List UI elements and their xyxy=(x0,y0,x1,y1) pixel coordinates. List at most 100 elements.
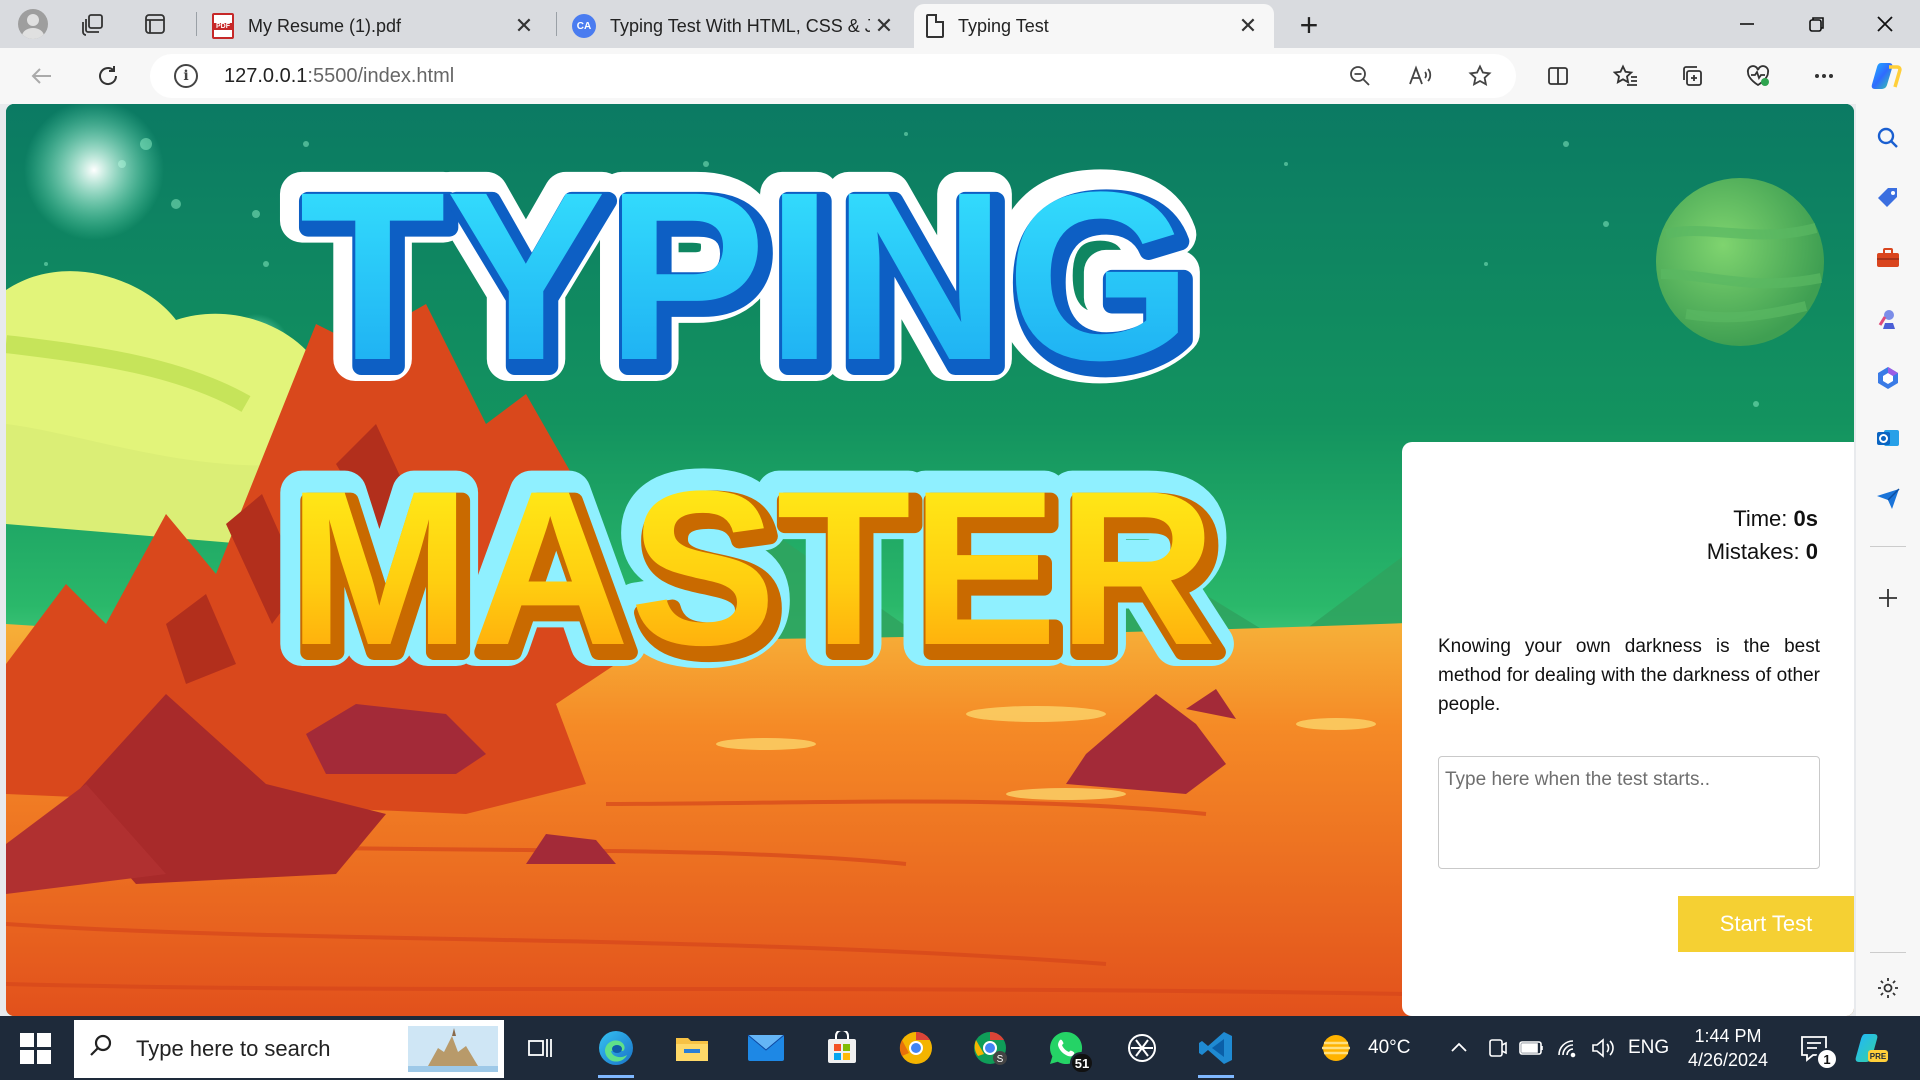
tab-separator xyxy=(196,12,197,36)
time-stat: Time: 0s xyxy=(1707,502,1818,535)
start-test-button[interactable]: Start Test xyxy=(1678,896,1854,952)
time-label: Time: xyxy=(1733,506,1788,531)
time-value: 0s xyxy=(1793,506,1818,531)
sidebar-separator xyxy=(1870,546,1906,547)
mail-icon[interactable] xyxy=(742,1024,790,1072)
sidebar-add-icon[interactable] xyxy=(1872,582,1904,614)
tab-typing-test-article[interactable]: CA Typing Test With HTML, CSS & Ja ✕ xyxy=(560,4,910,48)
show-hidden-icons-chevron-icon[interactable] xyxy=(1448,1016,1470,1080)
clock-date: 4/26/2024 xyxy=(1687,1050,1769,1070)
collections-icon[interactable] xyxy=(1674,58,1710,94)
chatgpt-icon[interactable] xyxy=(1118,1024,1166,1072)
notification-badge: 1 xyxy=(1816,1048,1838,1070)
close-window-button[interactable] xyxy=(1850,0,1920,48)
minimize-button[interactable] xyxy=(1712,0,1782,48)
restore-button[interactable] xyxy=(1782,0,1852,48)
svg-text:TYPING: TYPING xyxy=(299,142,1192,410)
url-host: 127.0.0.1 xyxy=(224,65,308,87)
whatsapp-icon[interactable]: 51 xyxy=(1042,1024,1094,1074)
sidebar-shopping-tag-icon[interactable] xyxy=(1872,182,1904,214)
site-info-icon[interactable]: i xyxy=(174,64,198,88)
copilot-icon[interactable] xyxy=(1868,58,1904,94)
read-aloud-icon[interactable] xyxy=(1404,60,1436,92)
meet-now-icon[interactable] xyxy=(1486,1016,1508,1080)
new-tab-button[interactable]: + xyxy=(1290,6,1328,44)
refresh-icon[interactable] xyxy=(90,58,126,94)
favorites-icon[interactable] xyxy=(1608,58,1644,94)
stats-block: Time: 0s Mistakes: 0 xyxy=(1707,502,1818,568)
codeacademy-icon: CA xyxy=(572,14,596,38)
weather-widget[interactable]: 40°C xyxy=(1318,1016,1410,1080)
profile-avatar[interactable] xyxy=(10,0,56,48)
battery-icon[interactable] xyxy=(1518,1016,1546,1080)
sidebar-settings-icon[interactable] xyxy=(1872,972,1904,1004)
tab-actions-icon[interactable] xyxy=(132,0,178,48)
search-highlight-image xyxy=(408,1026,498,1072)
split-screen-icon[interactable] xyxy=(1540,58,1576,94)
close-tab-icon[interactable]: ✕ xyxy=(870,12,898,40)
sidebar-outlook-icon[interactable] xyxy=(1872,422,1904,454)
edge-taskbar-icon[interactable] xyxy=(592,1024,640,1078)
chrome-profile-icon[interactable]: S xyxy=(966,1024,1014,1072)
sidebar-microsoft365-icon[interactable] xyxy=(1872,362,1904,394)
pdf-icon xyxy=(212,13,234,39)
tab-separator xyxy=(556,12,557,36)
search-icon xyxy=(88,1033,118,1066)
zoom-out-icon[interactable] xyxy=(1344,60,1376,92)
title-typing: TYPING TYPING TYPING xyxy=(277,120,1214,432)
url-path: :5500/index.html xyxy=(307,65,455,87)
mistakes-stat: Mistakes: 0 xyxy=(1707,535,1818,568)
url-text[interactable]: 127.0.0.1:5500/index.html xyxy=(224,65,454,88)
title-master: MASTER MASTER MASTER xyxy=(266,423,1239,713)
wifi-icon[interactable] xyxy=(1556,1016,1582,1080)
volume-icon[interactable] xyxy=(1590,1016,1616,1080)
tab-title: My Resume (1).pdf xyxy=(248,15,402,36)
sidebar-separator xyxy=(1870,952,1906,953)
svg-text:S: S xyxy=(997,1054,1004,1065)
weather-temp: 40°C xyxy=(1368,1037,1411,1058)
browser-essentials-icon[interactable] xyxy=(1740,58,1776,94)
address-bar[interactable]: i 127.0.0.1:5500/index.html xyxy=(150,54,1516,98)
chrome-canary-icon[interactable] xyxy=(892,1024,940,1072)
sidebar-tools-icon[interactable] xyxy=(1872,242,1904,274)
more-options-icon[interactable] xyxy=(1806,58,1842,94)
whatsapp-badge: 51 xyxy=(1070,1052,1094,1074)
sidebar-search-icon[interactable] xyxy=(1872,122,1904,154)
tab-title: Typing Test xyxy=(958,15,1049,36)
favorite-star-icon[interactable] xyxy=(1464,60,1496,92)
vscode-icon[interactable] xyxy=(1192,1024,1240,1078)
windows-taskbar: Type here to search S 51 40°C ENG 1:44 P… xyxy=(0,1016,1920,1080)
browser-toolbar: i 127.0.0.1:5500/index.html xyxy=(0,48,1920,104)
language-indicator[interactable]: ENG xyxy=(1628,1016,1669,1080)
task-view-icon[interactable] xyxy=(516,1024,564,1072)
copilot-taskbar-icon[interactable]: PRE xyxy=(1846,1024,1894,1072)
page-viewport: TYPING TYPING TYPING MASTER MASTER MASTE… xyxy=(6,104,1854,1016)
sidebar-games-icon[interactable] xyxy=(1872,302,1904,334)
svg-text:PRE: PRE xyxy=(1870,1052,1887,1061)
sidebar-drop-icon[interactable] xyxy=(1872,482,1904,514)
mistakes-label: Mistakes: xyxy=(1706,539,1800,564)
notifications-icon[interactable]: 1 xyxy=(1790,1024,1838,1072)
close-tab-icon[interactable]: ✕ xyxy=(1234,12,1262,40)
search-placeholder: Type here to search xyxy=(136,1036,331,1061)
windows-start-icon[interactable] xyxy=(12,1030,58,1066)
taskbar-search[interactable]: Type here to search xyxy=(74,1020,504,1078)
tab-resume-pdf[interactable]: My Resume (1).pdf ✕ xyxy=(200,4,550,48)
svg-text:MASTER: MASTER xyxy=(288,445,1217,691)
back-icon[interactable] xyxy=(24,58,60,94)
clock-time: 1:44 PM xyxy=(1694,1026,1762,1046)
typing-test-panel: Time: 0s Mistakes: 0 Knowing your own da… xyxy=(1402,442,1854,1016)
tab-typing-test[interactable]: Typing Test ✕ xyxy=(914,4,1274,48)
browser-tab-bar: My Resume (1).pdf ✕ CA Typing Test With … xyxy=(0,0,1920,48)
typing-input[interactable] xyxy=(1438,756,1820,869)
quote-text: Knowing your own darkness is the best me… xyxy=(1438,636,1820,715)
close-tab-icon[interactable]: ✕ xyxy=(510,12,538,40)
microsoft-store-icon[interactable] xyxy=(818,1024,866,1072)
file-explorer-icon[interactable] xyxy=(668,1024,716,1072)
workspaces-icon[interactable] xyxy=(70,0,116,48)
mistakes-value: 0 xyxy=(1805,539,1818,564)
taskbar-clock[interactable]: 1:44 PM 4/26/2024 xyxy=(1668,1024,1788,1072)
tab-title: Typing Test With HTML, CSS & Ja xyxy=(610,15,870,36)
language-text: ENG xyxy=(1628,1037,1670,1058)
document-icon xyxy=(926,14,944,38)
